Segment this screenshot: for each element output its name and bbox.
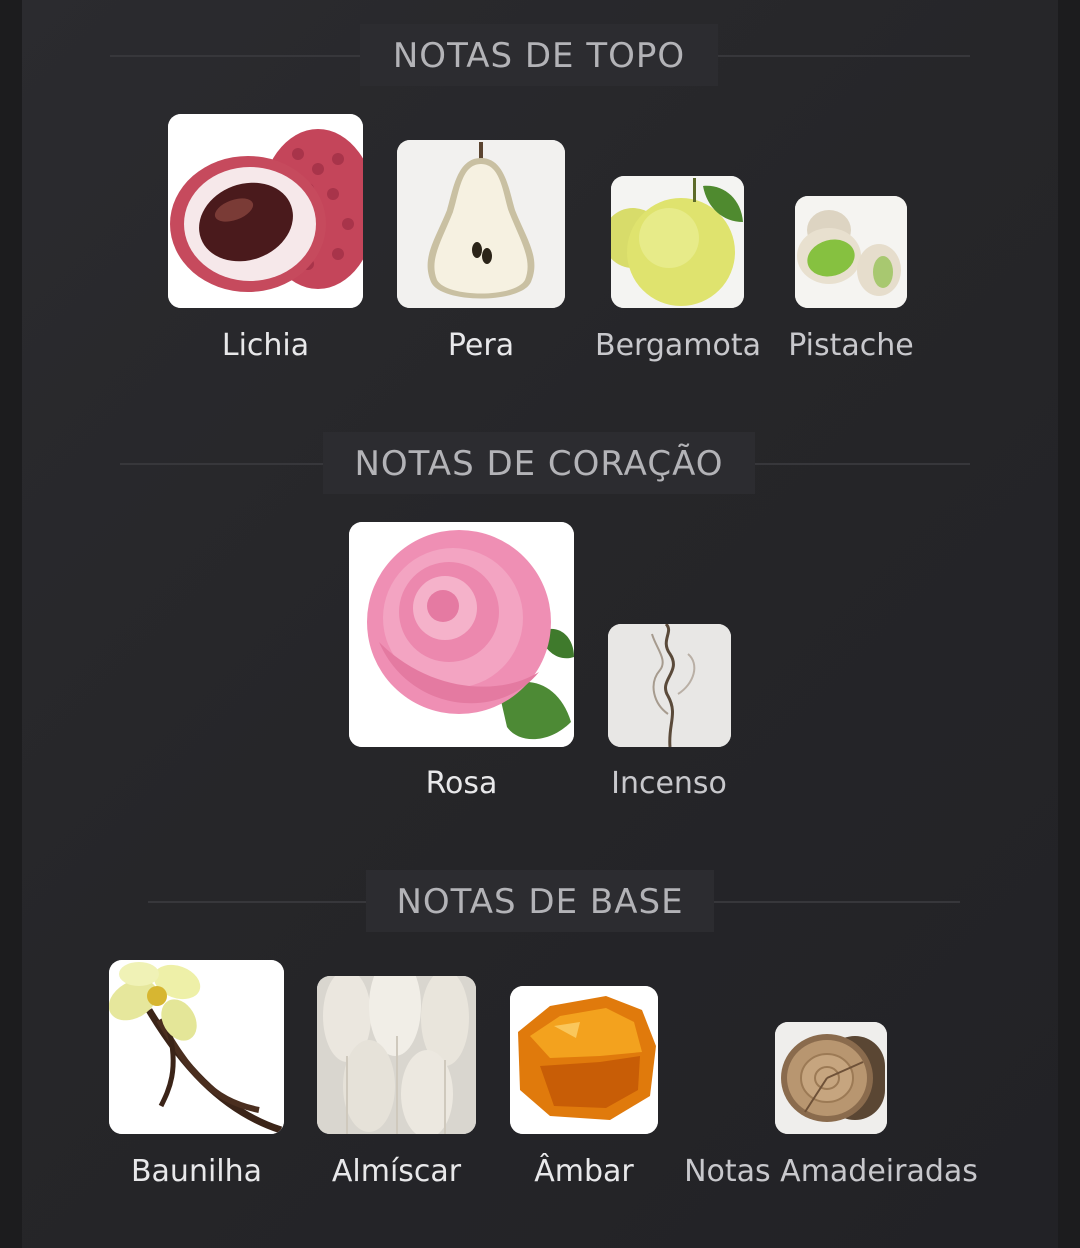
- note-label: Lichia: [221, 328, 310, 363]
- wood-icon: [775, 1022, 887, 1134]
- note-label: Incenso: [611, 766, 727, 801]
- note-label: Almíscar: [331, 1154, 462, 1189]
- lychee-icon: [168, 114, 363, 308]
- note-label: Bergamota: [595, 328, 761, 363]
- rose-icon: [349, 522, 574, 747]
- section-header-top: NOTAS DE TOPO: [0, 10, 1080, 86]
- divider-line: [148, 901, 366, 903]
- musk-icon: [317, 976, 476, 1134]
- amber-icon: [510, 986, 658, 1134]
- note-label: Baunilha: [130, 1154, 263, 1189]
- divider-line: [120, 463, 323, 465]
- divider-line: [110, 55, 360, 57]
- divider-line: [718, 55, 970, 57]
- divider-line: [714, 901, 960, 903]
- pistachio-icon: [795, 196, 907, 308]
- section-header-heart: NOTAS DE CORAÇÃO: [0, 418, 1080, 494]
- note-label: Âmbar: [534, 1154, 634, 1189]
- divider-line: [755, 463, 970, 465]
- note-label: Pera: [447, 328, 515, 363]
- incense-icon: [608, 624, 731, 747]
- section-header-base: NOTAS DE BASE: [0, 856, 1080, 932]
- bergamot-icon: [611, 176, 744, 308]
- note-label: Notas Amadeiradas: [684, 1154, 978, 1189]
- section-title-base: NOTAS DE BASE: [366, 870, 714, 932]
- note-label: Pistache: [788, 328, 914, 363]
- section-title-top: NOTAS DE TOPO: [360, 24, 718, 86]
- pear-icon: [397, 140, 565, 308]
- note-label: Rosa: [425, 766, 498, 801]
- section-title-heart: NOTAS DE CORAÇÃO: [323, 432, 755, 494]
- vanilla-icon: [109, 960, 284, 1134]
